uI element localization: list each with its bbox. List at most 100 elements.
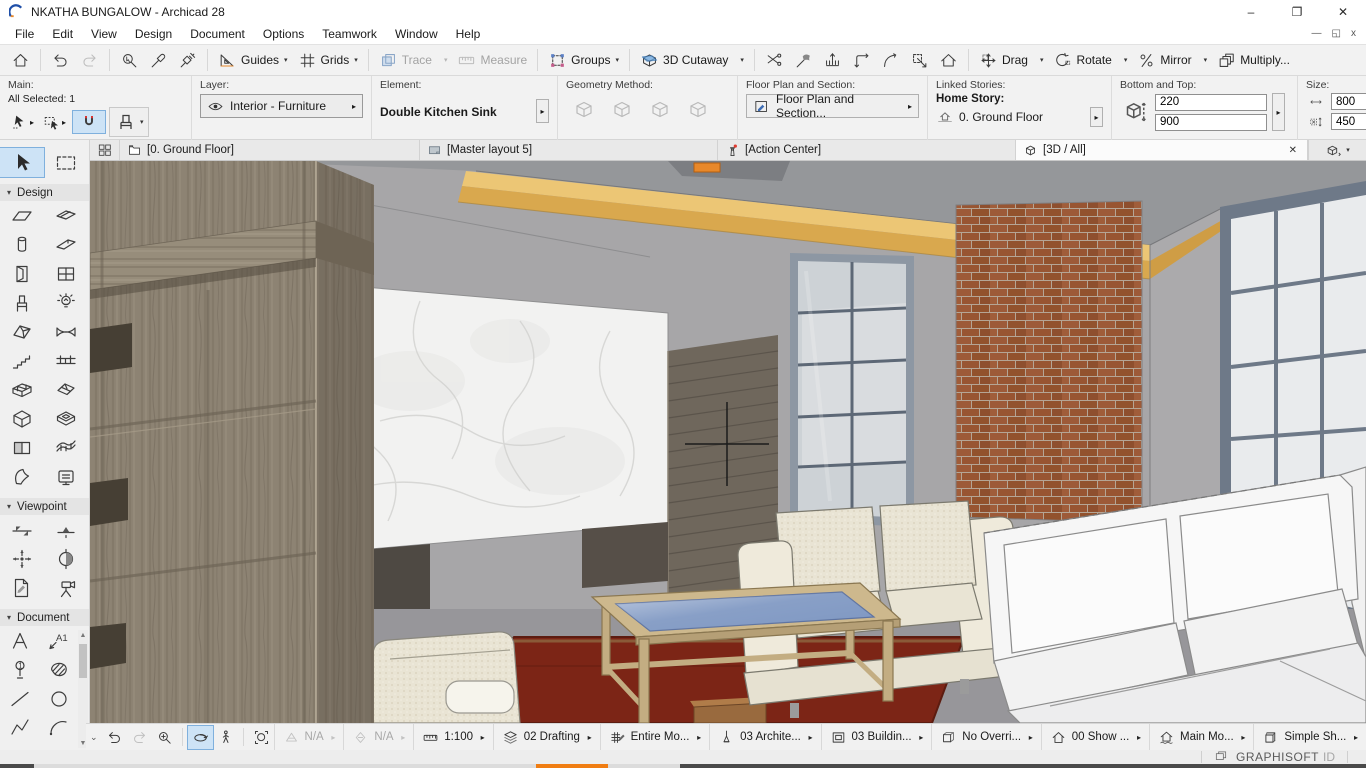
3d-scene[interactable] [90,161,1366,723]
3d-viewport[interactable] [90,161,1366,723]
zone-tool[interactable] [44,462,88,491]
lamp-tool[interactable] [44,288,88,317]
shadow-combo[interactable]: Simple Sh... ▸ [1253,724,1366,751]
bottom-top-flyout-button[interactable]: ▸ [1272,93,1285,131]
quad-view-button[interactable] [90,140,120,160]
guides-button[interactable]: Guides▾ [213,47,293,73]
doc-restore-icon[interactable]: ◱ [1332,28,1341,39]
mesh-tool[interactable] [44,433,88,462]
layer-combination-combo[interactable]: 02 Drafting ▸ [493,724,600,751]
beam-tool[interactable] [44,230,88,259]
camera-tool[interactable] [44,573,88,602]
3d-view-mode-button[interactable]: ▾ [1308,140,1366,160]
inject-parameters-button[interactable] [173,47,202,73]
home-button[interactable] [6,47,35,73]
bottom-elevation-input[interactable] [1155,114,1267,131]
pen-set-combo[interactable]: Entire Mo... ▸ [600,724,709,751]
floorplan-display-combo[interactable]: Floor Plan and Section... ▸ [746,94,919,118]
menu-options[interactable]: Options [254,25,313,43]
curtain-wall-tool[interactable] [0,375,44,404]
close-button[interactable]: ✕ [1320,0,1366,23]
opening-tool[interactable] [44,404,88,433]
interior-elevation-tool[interactable] [0,544,44,573]
scale-combo[interactable]: 1:100 ▸ [413,724,492,751]
media-unit-right[interactable] [582,522,668,588]
tab-master-layout[interactable]: [Master layout 5] ✕ [420,140,718,160]
undo-button[interactable] [46,47,75,73]
line-tool[interactable] [0,684,39,713]
chaise-cream[interactable] [373,632,520,723]
window-tool[interactable] [44,259,88,288]
roof-tool[interactable] [0,317,44,346]
detail-tool[interactable] [44,544,88,573]
top-offset-input[interactable] [1155,94,1267,111]
menu-teamwork[interactable]: Teamwork [313,25,386,43]
elevation-tool[interactable] [44,515,88,544]
polyline-tool[interactable] [0,713,39,742]
wall-tool[interactable] [0,201,44,230]
tab-ground-floor[interactable]: [0. Ground Floor] ✕ [120,140,420,160]
tab-3d-all-close-icon[interactable]: ✕ [1286,145,1300,156]
menu-help[interactable]: Help [447,25,490,43]
element-flyout-button[interactable]: ▸ [536,99,549,123]
panel-tool[interactable] [0,433,44,462]
menu-edit[interactable]: Edit [43,25,82,43]
stretch-button[interactable] [934,47,963,73]
marquee-tool[interactable] [44,148,88,177]
layer-combo[interactable]: Interior - Furniture ▸ [200,94,363,118]
dimension-tool[interactable]: A1 [39,626,78,655]
selection-tools-button[interactable]: ▸ [8,111,37,133]
brick-wall[interactable] [956,201,1142,523]
view-undo-button[interactable] [102,726,127,749]
magnet-toggle-button[interactable] [72,110,106,134]
explore-walk-button[interactable] [213,726,238,749]
text-tool[interactable] [0,626,39,655]
size-width-input[interactable] [1331,93,1366,110]
graphic-override-combo[interactable]: No Overri... ▸ [931,724,1040,751]
section-tool[interactable] [0,515,44,544]
3d-cutaway-button[interactable]: 3D Cutaway▾ [635,47,749,73]
size-height-input[interactable] [1331,113,1366,130]
bottom-scrollbar[interactable] [0,764,1366,768]
resize-button[interactable] [905,47,934,73]
restore-button[interactable]: ❐ [1274,0,1320,23]
toolbox-scrollbar-thumb[interactable] [79,644,87,678]
renovation-combo[interactable]: 00 Show ... ▸ [1041,724,1149,751]
fill-tool[interactable] [39,655,78,684]
elevate-button[interactable] [818,47,847,73]
split-button[interactable] [760,47,789,73]
column-tool[interactable] [0,230,44,259]
tab-action-center[interactable]: [Action Center] ✕ [718,140,1016,160]
morph-tool[interactable] [0,404,44,433]
model-view-options-combo[interactable]: 03 Buildin... ▸ [821,724,932,751]
mirror-button[interactable]: Mirror▾ [1132,47,1212,73]
object-tool[interactable] [0,288,44,317]
find-select-button[interactable] [115,47,144,73]
groups-button[interactable]: Groups▾ [543,47,624,73]
freeform-tool[interactable] [0,462,44,491]
arrow-tool[interactable] [0,148,44,177]
pick-up-parameters-button[interactable] [144,47,173,73]
fit-in-window-button[interactable] [249,726,274,749]
stair-tool[interactable] [0,346,44,375]
menu-file[interactable]: File [6,25,43,43]
graphisoft-brand[interactable]: GRAPHISOFT [1236,750,1319,764]
circle-tool[interactable] [39,684,78,713]
shell-tool[interactable] [44,317,88,346]
intersect-button[interactable] [847,47,876,73]
menu-design[interactable]: Design [126,25,181,43]
multiply-button[interactable]: Multiply... [1212,47,1295,73]
doc-minimize-icon[interactable]: — [1312,28,1322,39]
arc-tool[interactable] [39,713,78,742]
grids-button[interactable]: Grids▾ [293,47,363,73]
door-tool[interactable] [0,259,44,288]
tab-3d-all[interactable]: [3D / All] ✕ [1016,140,1308,160]
rotate-button[interactable]: Rotate▾ [1048,47,1132,73]
menu-document[interactable]: Document [181,25,254,43]
worksheet-tool[interactable] [0,573,44,602]
doc-close-icon[interactable]: x [1351,28,1356,39]
menu-window[interactable]: Window [386,25,447,43]
toolbox-section-design[interactable]: ▾Design [0,184,89,201]
pen-combo[interactable]: 03 Archite... ▸ [709,724,820,751]
marquee-tools-button[interactable]: ▸ [40,111,69,133]
